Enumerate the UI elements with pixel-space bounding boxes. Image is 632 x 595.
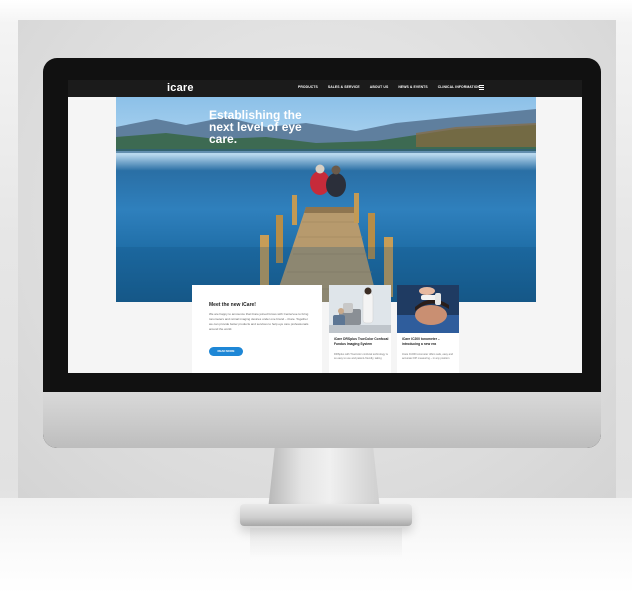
news-title[interactable]: iCare IC200 tonometer – introducing a ne… [402, 337, 457, 346]
pier-post [354, 193, 359, 223]
pier-post [292, 195, 297, 225]
hamburger-menu-icon[interactable] [479, 85, 484, 90]
nav-item-products[interactable]: PRODUCTS [298, 85, 318, 89]
monitor-screen: icare PRODUCTS SALES & SERVICE ABOUT US … [68, 80, 582, 373]
monitor-base [240, 504, 412, 526]
monitor-chin [43, 392, 601, 448]
news-body: DRSplus with TrueColor confocal technolo… [334, 353, 388, 360]
read-more-button[interactable]: READ MORE [209, 347, 243, 356]
top-navigation-bar: icare PRODUCTS SALES & SERVICE ABOUT US … [68, 80, 582, 97]
nav-item-sales-service[interactable]: SALES & SERVICE [328, 85, 360, 89]
news-card[interactable]: iCare DRSplus TrueColor Confocal Fundus … [329, 285, 391, 373]
featured-body: We are happy to announce that iCare join… [209, 312, 309, 331]
news-body: iCare IC200 tonometer offers safe, easy … [402, 353, 453, 360]
monitor-stand [268, 448, 380, 510]
news-card[interactable]: iCare IC200 tonometer – introducing a ne… [397, 285, 459, 373]
news-title[interactable]: iCare DRSplus TrueColor Confocal Fundus … [334, 337, 389, 346]
seated-couple [310, 164, 346, 197]
featured-card: Meet the new iCare! We are happy to anno… [192, 285, 322, 373]
news-thumbnail [397, 285, 459, 333]
shoreline [116, 149, 536, 153]
nav-item-clinical-information[interactable]: CLINICAL INFORMATION [438, 85, 480, 89]
news-thumbnail [329, 285, 391, 333]
hero-headline: Establishing the next level of eye care. [209, 108, 302, 146]
hero-banner: Establishing the next level of eye care. [116, 97, 536, 302]
nav-item-about-us[interactable]: ABOUT US [370, 85, 389, 89]
nav-menu: PRODUCTS SALES & SERVICE ABOUT US NEWS &… [298, 85, 490, 89]
featured-title: Meet the new iCare! [209, 302, 256, 308]
base-reflection [250, 528, 402, 558]
nav-item-news-events[interactable]: NEWS & EVENTS [398, 85, 427, 89]
icare-logo[interactable]: icare [167, 82, 194, 94]
